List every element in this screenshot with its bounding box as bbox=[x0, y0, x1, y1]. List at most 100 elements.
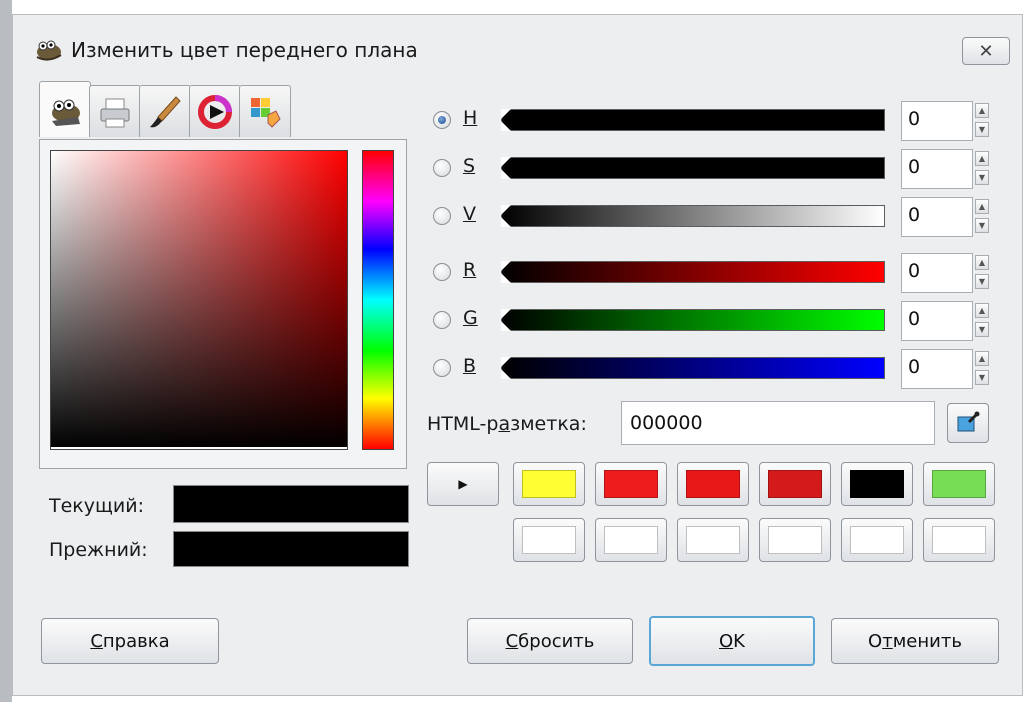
channel-value-input[interactable]: 0 bbox=[901, 149, 973, 189]
color-dialog: Изменить цвет переднего плана ✕ Текущий:… bbox=[12, 14, 1023, 696]
history-swatch-color bbox=[522, 470, 576, 498]
spin-down-icon[interactable]: ▼ bbox=[975, 274, 989, 289]
cancel-rest: менить bbox=[892, 630, 962, 652]
history-swatch-color bbox=[522, 526, 576, 554]
window-title: Изменить цвет переднего плана bbox=[71, 38, 418, 62]
spin-down-icon[interactable]: ▼ bbox=[975, 322, 989, 337]
channel-letter: R bbox=[463, 259, 477, 281]
current-label: Текущий: bbox=[49, 495, 145, 517]
spin-up-icon[interactable]: ▲ bbox=[975, 103, 989, 118]
spin-up-icon[interactable]: ▲ bbox=[975, 255, 989, 270]
spin-up-icon[interactable]: ▲ bbox=[975, 351, 989, 366]
watercolor-brush-icon bbox=[150, 95, 181, 127]
channel-row-g: G 0 ▲ ▼ bbox=[419, 301, 999, 341]
history-swatch[interactable] bbox=[759, 462, 831, 506]
history-swatch[interactable] bbox=[841, 462, 913, 506]
channel-slider-h[interactable] bbox=[501, 109, 885, 131]
spin-arrows[interactable]: ▲ ▼ bbox=[975, 199, 991, 235]
history-swatch[interactable] bbox=[595, 462, 667, 506]
tab-gimp-selector[interactable] bbox=[39, 81, 91, 137]
channel-radio-s[interactable] bbox=[433, 159, 451, 177]
history-swatch-color bbox=[686, 526, 740, 554]
spin-up-icon[interactable]: ▲ bbox=[975, 199, 989, 214]
tab-scales[interactable] bbox=[239, 85, 291, 137]
tab-color-wheel[interactable] bbox=[189, 85, 241, 137]
channel-slider-s[interactable] bbox=[501, 157, 885, 179]
hue-strip[interactable] bbox=[362, 150, 394, 450]
color-picker-area bbox=[39, 139, 407, 469]
history-swatch-color bbox=[932, 526, 986, 554]
channel-slider-b[interactable] bbox=[501, 357, 885, 379]
close-icon: ✕ bbox=[978, 40, 994, 62]
channel-value-input[interactable]: 0 bbox=[901, 349, 973, 389]
channel-radio-v[interactable] bbox=[433, 207, 451, 225]
spin-down-icon[interactable]: ▼ bbox=[975, 218, 989, 233]
title-bar: Изменить цвет переднего плана ✕ bbox=[13, 15, 1022, 81]
reset-button[interactable]: Сбросить bbox=[467, 618, 633, 664]
channel-slider-g[interactable] bbox=[501, 309, 885, 331]
channel-value-input[interactable]: 0 bbox=[901, 101, 973, 141]
channel-radio-r[interactable] bbox=[433, 263, 451, 281]
saturation-value-square[interactable] bbox=[50, 150, 348, 450]
cancel-pre: О bbox=[868, 630, 883, 652]
spin-arrows[interactable]: ▲ ▼ bbox=[975, 255, 991, 291]
history-swatch-color bbox=[604, 470, 658, 498]
cancel-button[interactable]: От менить bbox=[831, 618, 999, 664]
spin-down-icon[interactable]: ▼ bbox=[975, 170, 989, 185]
ok-button[interactable]: OK bbox=[649, 616, 815, 666]
tab-cmyk[interactable] bbox=[89, 85, 141, 137]
spin-up-icon[interactable]: ▲ bbox=[975, 151, 989, 166]
channel-slider-r[interactable] bbox=[501, 261, 885, 283]
spin-arrows[interactable]: ▲ ▼ bbox=[975, 151, 991, 187]
history-swatch[interactable] bbox=[595, 518, 667, 562]
channel-value-input[interactable]: 0 bbox=[901, 197, 973, 237]
spin-up-icon[interactable]: ▲ bbox=[975, 303, 989, 318]
history-swatch-color bbox=[768, 526, 822, 554]
tab-watercolor[interactable] bbox=[139, 85, 191, 137]
html-label-suffix: зметка: bbox=[510, 413, 587, 435]
reset-accel: С bbox=[505, 630, 519, 652]
close-button[interactable]: ✕ bbox=[962, 37, 1010, 65]
history-swatch[interactable] bbox=[677, 462, 749, 506]
window-edge bbox=[0, 0, 12, 702]
history-swatch-color bbox=[932, 470, 986, 498]
history-swatch[interactable] bbox=[513, 462, 585, 506]
history-swatch[interactable] bbox=[841, 518, 913, 562]
history-swatch[interactable] bbox=[923, 462, 995, 506]
channel-radio-b[interactable] bbox=[433, 359, 451, 377]
gimp-wilber-icon bbox=[36, 40, 62, 61]
help-accel: С bbox=[90, 630, 103, 652]
channel-letter: G bbox=[463, 307, 478, 329]
help-button[interactable]: Справка bbox=[41, 618, 219, 664]
channel-letter: B bbox=[463, 355, 477, 377]
palette-scales-icon bbox=[251, 97, 281, 128]
cmyk-printer-icon bbox=[100, 98, 130, 127]
color-wheel-icon bbox=[198, 94, 232, 129]
spin-arrows[interactable]: ▲ ▼ bbox=[975, 303, 991, 339]
history-swatch-color bbox=[604, 526, 658, 554]
spin-down-icon[interactable]: ▼ bbox=[975, 122, 989, 137]
gimp-selector-icon bbox=[52, 99, 80, 126]
history-swatch-color bbox=[850, 470, 904, 498]
history-swatch[interactable] bbox=[677, 518, 749, 562]
channel-value-input[interactable]: 0 bbox=[901, 253, 973, 293]
channel-radio-h[interactable] bbox=[433, 111, 451, 129]
html-notation-input[interactable]: 000000 bbox=[621, 401, 935, 445]
spin-down-icon[interactable]: ▼ bbox=[975, 370, 989, 385]
color-picker-button[interactable] bbox=[947, 403, 989, 443]
channel-radio-g[interactable] bbox=[433, 311, 451, 329]
spin-arrows[interactable]: ▲ ▼ bbox=[975, 103, 991, 139]
history-swatch[interactable] bbox=[513, 518, 585, 562]
history-toggle-button[interactable]: ▶ bbox=[427, 462, 499, 506]
history-swatch[interactable] bbox=[759, 518, 831, 562]
old-label: Прежний: bbox=[49, 539, 148, 561]
html-label-prefix: HTML-р bbox=[427, 413, 499, 435]
cancel-accel: т bbox=[882, 630, 893, 652]
channel-slider-v[interactable] bbox=[501, 205, 885, 227]
history-swatch-color bbox=[850, 526, 904, 554]
spin-arrows[interactable]: ▲ ▼ bbox=[975, 351, 991, 387]
help-rest: правка bbox=[102, 630, 170, 652]
history-swatch[interactable] bbox=[923, 518, 995, 562]
channel-value-input[interactable]: 0 bbox=[901, 301, 973, 341]
channel-letter: H bbox=[463, 107, 478, 129]
